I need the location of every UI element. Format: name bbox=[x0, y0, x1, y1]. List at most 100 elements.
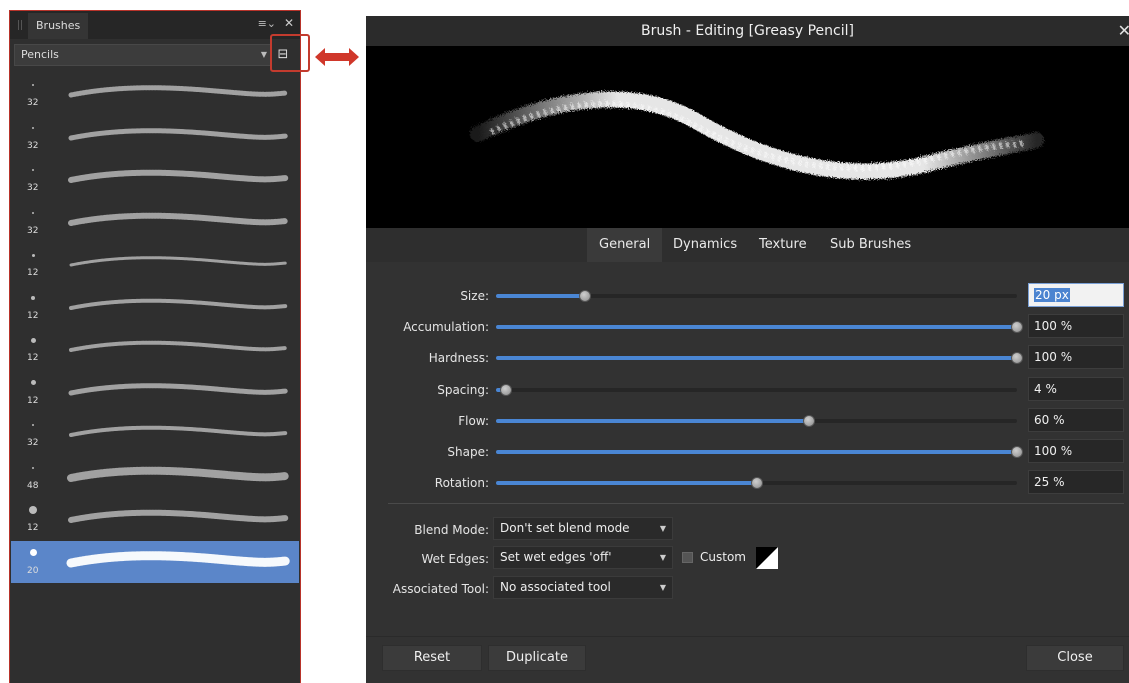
reset-button[interactable]: Reset bbox=[382, 645, 482, 671]
wet-edges-label: Wet Edges: bbox=[421, 552, 489, 566]
brush-preset-item[interactable]: 32 bbox=[11, 201, 299, 243]
slider-thumb[interactable] bbox=[1011, 321, 1023, 334]
slider-thumb[interactable] bbox=[1011, 352, 1023, 365]
associated-tool-value: No associated tool bbox=[500, 580, 611, 594]
associated-tool-row: Associated Tool: No associated tool ▼ bbox=[366, 576, 1129, 600]
brush-stroke-thumbnail bbox=[68, 127, 289, 140]
tab-general[interactable]: General bbox=[587, 228, 663, 262]
blend-mode-select[interactable]: Don't set blend mode ▼ bbox=[493, 517, 673, 540]
brush-preset-item[interactable]: 32 bbox=[11, 413, 299, 455]
brush-preset-item[interactable]: 32 bbox=[11, 116, 299, 158]
brush-size-label: 12 bbox=[27, 523, 39, 533]
brush-size-label: 12 bbox=[27, 395, 39, 406]
slider-track[interactable] bbox=[496, 321, 1023, 334]
slider-thumb[interactable] bbox=[802, 414, 815, 427]
blend-mode-row: Blend Mode: Don't set blend mode ▼ bbox=[366, 517, 1129, 541]
associated-tool-select[interactable]: No associated tool ▼ bbox=[493, 576, 673, 599]
slider-label: Rotation: bbox=[434, 476, 489, 491]
brush-preview bbox=[366, 46, 1129, 228]
associated-tool-label: Associated Tool: bbox=[392, 582, 489, 596]
slider-track[interactable] bbox=[496, 352, 1023, 365]
chevron-down-icon: ▼ bbox=[260, 50, 267, 59]
slider-value-field[interactable]: 100 % bbox=[1028, 439, 1124, 463]
brush-size-label: 32 bbox=[27, 183, 39, 193]
custom-checkbox[interactable] bbox=[682, 552, 693, 563]
brushes-panel: Brushes ≡⌄ ✕ Pencils ▼ ⊟ 32 32 32 32 12 12 12 1… bbox=[9, 10, 310, 683]
panel-menu-icon[interactable]: ≡⌄ bbox=[258, 17, 276, 30]
list-view-icon[interactable]: ⊟ bbox=[273, 45, 293, 65]
brush-preset-item[interactable]: 48 bbox=[11, 456, 299, 498]
slider-label: Accumulation: bbox=[403, 320, 489, 335]
brush-preset-item[interactable]: 32 bbox=[11, 73, 299, 115]
wet-edges-value: Set wet edges 'off' bbox=[500, 550, 612, 564]
slider-track[interactable] bbox=[496, 446, 1023, 458]
close-icon[interactable]: ✕ bbox=[284, 16, 294, 30]
slider-value: 100 % bbox=[1034, 319, 1073, 334]
slider-value: 25 % bbox=[1034, 475, 1065, 490]
slider-thumb[interactable] bbox=[500, 383, 513, 396]
slider-value-field[interactable]: 100 % bbox=[1028, 314, 1124, 339]
brush-preset-item[interactable]: 20 bbox=[11, 540, 299, 583]
brush-stroke-thumbnail bbox=[69, 425, 288, 437]
brush-stroke-preview bbox=[470, 91, 1044, 180]
slider-row: Size: 20 px bbox=[366, 283, 1129, 309]
slider-row: Flow: 60 % bbox=[366, 407, 1129, 434]
slider-label: Shape: bbox=[447, 445, 489, 459]
brush-tip-icon bbox=[32, 211, 34, 214]
dialog-footer: Reset Duplicate Close bbox=[366, 636, 1129, 683]
slider-value-field[interactable]: 20 px bbox=[1028, 283, 1124, 307]
chevron-down-icon: ▼ bbox=[659, 583, 666, 592]
close-button[interactable]: Close bbox=[1026, 645, 1124, 671]
brush-size-label: 48 bbox=[27, 480, 39, 491]
brush-size-label: 12 bbox=[27, 353, 39, 363]
brush-stroke-thumbnail bbox=[68, 169, 289, 183]
slider-track[interactable] bbox=[496, 290, 1017, 302]
dialog-titlebar[interactable]: Brush - Editing [Greasy Pencil] ✕ bbox=[366, 16, 1129, 46]
slider-value-field[interactable]: 100 % bbox=[1028, 345, 1124, 370]
brush-tip-icon bbox=[32, 126, 34, 129]
brush-tip-icon bbox=[31, 253, 35, 257]
tab-texture[interactable]: Texture bbox=[747, 228, 819, 262]
brush-tip-icon bbox=[29, 549, 37, 556]
brush-stroke-thumbnail bbox=[68, 509, 289, 523]
slider-value: 20 px bbox=[1034, 288, 1070, 302]
drag-grip-icon[interactable] bbox=[18, 20, 22, 30]
wet-edges-select[interactable]: Set wet edges 'off' ▼ bbox=[493, 546, 673, 569]
slider-fill bbox=[496, 325, 1017, 330]
duplicate-button[interactable]: Duplicate bbox=[488, 645, 586, 671]
brush-size-label: 32 bbox=[27, 438, 39, 448]
brush-preset-item[interactable]: 12 bbox=[11, 371, 299, 413]
slider-track[interactable] bbox=[496, 414, 1017, 427]
slider-thumb[interactable] bbox=[1011, 446, 1023, 458]
slider-fill bbox=[496, 294, 585, 298]
brush-stroke-thumbnail bbox=[68, 85, 289, 98]
brush-tip-icon bbox=[32, 424, 34, 426]
slider-thumb[interactable] bbox=[578, 290, 591, 302]
brush-category-select[interactable]: Pencils ▼ bbox=[14, 44, 272, 66]
tab-sub-brushes[interactable]: Sub Brushes bbox=[818, 228, 923, 262]
brush-preset-item[interactable]: 12 bbox=[11, 286, 299, 328]
tab-dynamics[interactable]: Dynamics bbox=[661, 228, 749, 262]
blend-mode-label: Blend Mode: bbox=[414, 523, 489, 537]
tab-brushes[interactable]: Brushes bbox=[28, 13, 89, 39]
slider-value-field[interactable]: 25 % bbox=[1028, 470, 1124, 495]
slider-track[interactable] bbox=[496, 383, 1017, 396]
slider-value-field[interactable]: 60 % bbox=[1028, 407, 1124, 432]
wet-edge-curve-swatch[interactable] bbox=[756, 547, 778, 569]
dialog-title: Brush - Editing [Greasy Pencil] bbox=[641, 23, 854, 39]
slider-value: 4 % bbox=[1034, 381, 1057, 396]
slider-row: Rotation: 25 % bbox=[366, 470, 1129, 496]
brush-preset-item[interactable]: 12 bbox=[11, 243, 299, 285]
close-icon[interactable]: ✕ bbox=[1118, 21, 1129, 40]
brush-list: 32 32 32 32 12 12 12 12 32 48 12 20 bbox=[10, 73, 300, 585]
brush-preset-item[interactable]: 12 bbox=[11, 328, 299, 370]
slider-track[interactable] bbox=[496, 477, 1017, 490]
slider-thumb[interactable] bbox=[750, 477, 763, 490]
slider-value-field[interactable]: 4 % bbox=[1028, 376, 1124, 401]
divider bbox=[388, 503, 1124, 504]
brush-stroke-thumbnail bbox=[68, 382, 289, 395]
brush-size-label: 32 bbox=[27, 98, 39, 108]
slider-row: Hardness: 100 % bbox=[366, 345, 1129, 371]
brush-preset-item[interactable]: 32 bbox=[11, 158, 299, 200]
brush-preset-item[interactable]: 12 bbox=[11, 498, 299, 540]
